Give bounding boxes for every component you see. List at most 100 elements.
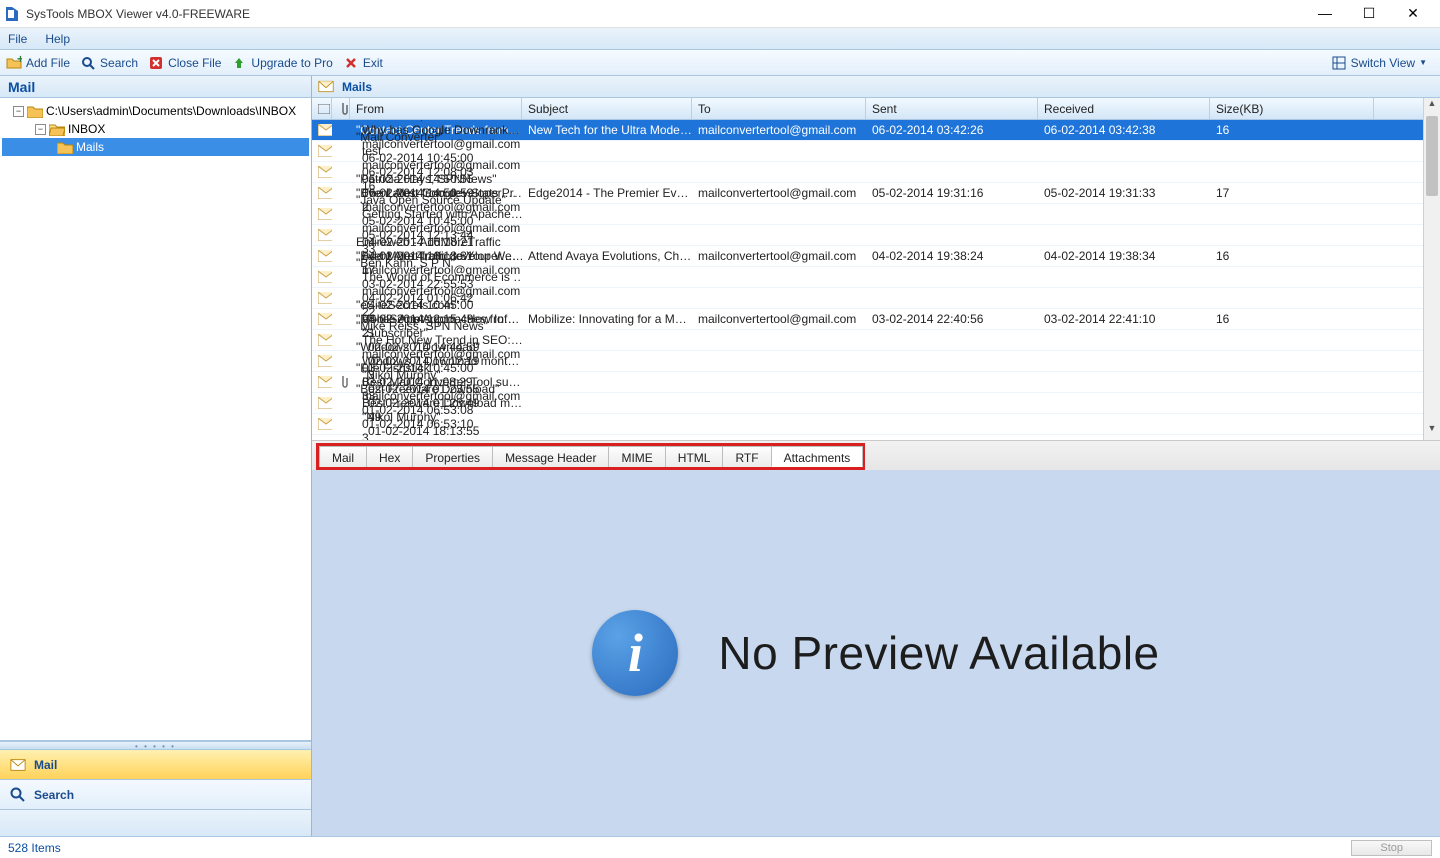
- cell-subject: Mobilize: Innovating for a Mob...: [522, 312, 692, 326]
- tab-attachments[interactable]: Attachments: [771, 446, 864, 467]
- col-from[interactable]: From: [350, 98, 522, 119]
- status-item-count: 528 Items: [8, 841, 1351, 855]
- switch-view-label: Switch View: [1351, 56, 1415, 70]
- cell-to: mailconvertertool@gmail.com: [692, 312, 866, 326]
- cell-size: 16: [1210, 312, 1374, 326]
- envelope-icon: [312, 355, 332, 367]
- cell-sent: 01-02-2014 18:13:55: [362, 424, 522, 438]
- close-file-icon: [148, 55, 164, 71]
- cell-to: mailconvertertool@gmail.com: [356, 284, 522, 298]
- window-title: SysTools MBOX Viewer v4.0-FREEWARE: [26, 7, 1312, 21]
- exit-icon: [343, 55, 359, 71]
- switch-view-button[interactable]: Switch View ▼: [1324, 52, 1434, 74]
- tab-rtf[interactable]: RTF: [722, 446, 771, 467]
- tab-html[interactable]: HTML: [665, 446, 724, 467]
- cell-to: mailconvertertool@gmail.com: [692, 249, 866, 263]
- tab-mime[interactable]: MIME: [608, 446, 665, 467]
- left-panel: Mail − C:\Users\admin\Documents\Download…: [0, 76, 312, 836]
- folder-tree[interactable]: − C:\Users\admin\Documents\Downloads\INB…: [0, 98, 311, 741]
- tab-mail[interactable]: Mail: [319, 446, 367, 467]
- app-icon: [4, 6, 20, 22]
- expander-icon[interactable]: −: [13, 106, 24, 117]
- scroll-up-arrow[interactable]: ▲: [1424, 98, 1440, 115]
- cell-sent: 06-02-2014 03:42:26: [866, 123, 1038, 137]
- envelope-icon: [318, 79, 334, 95]
- upgrade-label: Upgrade to Pro: [251, 56, 332, 70]
- envelope-icon: [312, 145, 332, 157]
- expander-icon[interactable]: −: [35, 124, 46, 135]
- envelope-icon: [312, 313, 332, 325]
- add-file-button[interactable]: + Add File: [6, 55, 70, 71]
- cell-subject: Best Freeware Download mont...: [356, 396, 522, 410]
- svg-text:+: +: [17, 55, 22, 66]
- upgrade-button[interactable]: Upgrade to Pro: [231, 55, 332, 71]
- nav-search-label: Search: [34, 788, 74, 802]
- right-panel-header: Mails: [312, 76, 1440, 98]
- exit-button[interactable]: Exit: [343, 55, 383, 71]
- col-attachment[interactable]: [332, 98, 350, 119]
- search-label: Search: [100, 56, 138, 70]
- cell-sent: 05-02-2014 19:31:16: [866, 186, 1038, 200]
- tree-inbox[interactable]: − INBOX: [2, 120, 309, 138]
- tree-mails-label: Mails: [76, 140, 104, 154]
- info-icon: i: [592, 610, 678, 696]
- col-size[interactable]: Size(KB): [1210, 98, 1374, 119]
- tree-inbox-label: INBOX: [68, 122, 105, 136]
- col-icon[interactable]: [312, 98, 332, 119]
- maximize-button[interactable]: ☐: [1356, 5, 1382, 22]
- close-file-label: Close File: [168, 56, 221, 70]
- folder-open-icon: [49, 121, 65, 137]
- col-sent[interactable]: Sent: [866, 98, 1038, 119]
- nav-mail-label: Mail: [34, 758, 57, 772]
- col-to[interactable]: To: [692, 98, 866, 119]
- nav-splitter[interactable]: • • • • •: [0, 742, 311, 750]
- scroll-down-arrow[interactable]: ▼: [1424, 423, 1440, 440]
- preview-text: No Preview Available: [718, 626, 1159, 680]
- cell-size: 16: [1210, 123, 1374, 137]
- stop-button[interactable]: Stop: [1351, 840, 1432, 856]
- mail-row[interactable]: "Best Freeware Download" Best Freeware D…: [312, 414, 1423, 435]
- envelope-icon: [312, 376, 332, 388]
- col-received[interactable]: Received: [1038, 98, 1210, 119]
- cell-to: mailconvertertool@gmail.com: [356, 221, 522, 235]
- col-subject[interactable]: Subject: [522, 98, 692, 119]
- vertical-scrollbar[interactable]: ▲ ▼: [1423, 98, 1440, 440]
- left-nav: • • • • • Mail Search: [0, 741, 311, 836]
- nav-footer: [0, 810, 311, 836]
- menu-help[interactable]: Help: [45, 32, 70, 46]
- cell-size: 17: [1210, 186, 1374, 200]
- cell-to: mailconvertertool@gmail.com: [692, 123, 866, 137]
- nav-mail[interactable]: Mail: [0, 750, 311, 780]
- envelope-icon: [312, 166, 332, 178]
- search-button[interactable]: Search: [80, 55, 138, 71]
- grid-body[interactable]: "Contact Center Trends from de...New Tec…: [312, 120, 1423, 440]
- envelope-icon: [312, 187, 332, 199]
- tab-hex[interactable]: Hex: [366, 446, 413, 467]
- cell-received: 04-02-2014 19:38:34: [1038, 249, 1210, 263]
- cell-received: 06-02-2014 03:42:38: [1038, 123, 1210, 137]
- attachment-icon: [332, 375, 350, 389]
- mail-grid: From Subject To Sent Received Size(KB) "…: [312, 98, 1440, 440]
- envelope-icon: [312, 292, 332, 304]
- menubar: File Help: [0, 28, 1440, 50]
- close-button[interactable]: ✕: [1400, 5, 1426, 22]
- cell-subject: The World of Ecommerce is Ch...: [356, 270, 522, 284]
- envelope-icon: [312, 271, 332, 283]
- menu-file[interactable]: File: [8, 32, 27, 46]
- tab-message-header[interactable]: Message Header: [492, 446, 609, 467]
- folder-plus-icon: +: [6, 55, 22, 71]
- tab-properties[interactable]: Properties: [412, 446, 493, 467]
- scroll-thumb[interactable]: [1426, 116, 1438, 196]
- envelope-icon: [312, 397, 332, 409]
- close-file-button[interactable]: Close File: [148, 55, 221, 71]
- add-file-label: Add File: [26, 56, 70, 70]
- right-panel: Mails From Subject To Sent Received Size…: [312, 76, 1440, 836]
- nav-search[interactable]: Search: [0, 780, 311, 810]
- minimize-button[interactable]: —: [1312, 5, 1338, 22]
- folder-icon: [27, 103, 43, 119]
- cell-size: 16: [1210, 249, 1374, 263]
- tree-root[interactable]: − C:\Users\admin\Documents\Downloads\INB…: [2, 102, 309, 120]
- preview-pane: i No Preview Available: [312, 470, 1440, 836]
- titlebar: SysTools MBOX Viewer v4.0-FREEWARE — ☐ ✕: [0, 0, 1440, 28]
- tree-mails[interactable]: Mails: [2, 138, 309, 156]
